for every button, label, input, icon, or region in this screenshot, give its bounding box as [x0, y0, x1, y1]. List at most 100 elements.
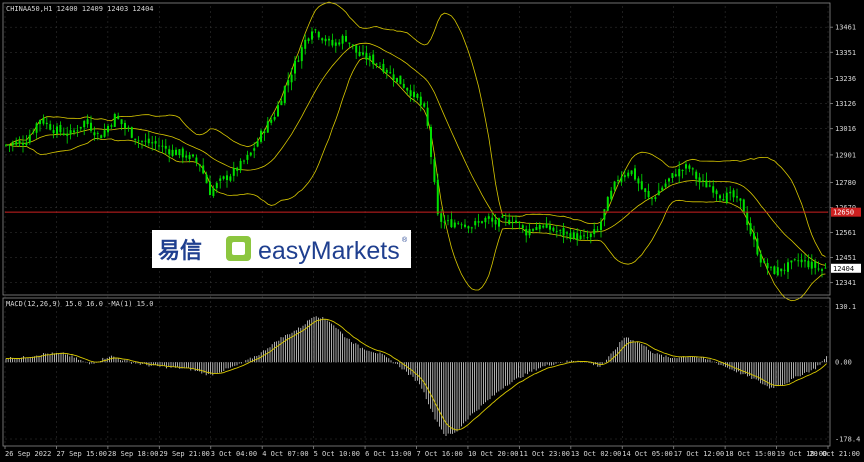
- candle-body: [236, 167, 239, 171]
- candle-body: [600, 221, 602, 230]
- candle-body: [18, 140, 21, 144]
- candle-body: [501, 216, 504, 218]
- candle-body: [800, 259, 803, 263]
- candle-body: [525, 229, 528, 236]
- candle-body: [549, 225, 551, 230]
- candle-body: [763, 260, 766, 263]
- candle-body: [725, 192, 728, 203]
- candle-body: [103, 130, 106, 137]
- candle-body: [695, 171, 698, 179]
- price-tick-label: 13016: [835, 125, 856, 133]
- candle-body: [253, 148, 256, 151]
- candle-body: [311, 31, 313, 40]
- candle-body: [409, 90, 412, 97]
- candle-body: [508, 219, 511, 225]
- candle-body: [49, 124, 52, 130]
- candle-body: [307, 38, 310, 41]
- candle-body: [426, 107, 429, 126]
- candle-body: [460, 224, 463, 226]
- candle-body: [324, 38, 327, 42]
- candle-body: [178, 149, 181, 156]
- candle-body: [355, 45, 358, 53]
- candle-body: [130, 127, 133, 138]
- candle-body: [436, 179, 439, 215]
- candle-body: [746, 212, 749, 225]
- candle-body: [28, 134, 31, 143]
- candle-body: [623, 175, 626, 178]
- candle-body: [627, 172, 630, 177]
- logo-chinese-text: 易信: [158, 238, 202, 264]
- candle-body: [470, 227, 473, 229]
- candle-body: [640, 181, 643, 190]
- candle-body: [681, 170, 684, 171]
- candle-body: [399, 75, 402, 85]
- time-tick-label: 18 Oct 15:00: [725, 450, 776, 458]
- time-tick-label: 5 Oct 10:00: [314, 450, 360, 458]
- candle-body: [215, 183, 218, 189]
- trading-chart[interactable]: 1346113351132361312613016129011278012670…: [0, 0, 864, 462]
- macd-tick-label: 0.00: [835, 359, 852, 367]
- candle-body: [464, 224, 466, 227]
- candle-body: [192, 154, 194, 157]
- candle-body: [708, 185, 711, 187]
- candle-body: [243, 160, 245, 162]
- logo-brand-text: easyMarkets: [258, 237, 400, 265]
- symbol-header: CHINAA50,H1 12400 12409 12403 12404: [6, 5, 154, 13]
- candle-body: [521, 225, 524, 229]
- candle-body: [52, 130, 55, 134]
- candle-body: [555, 231, 558, 233]
- candle-body: [810, 261, 813, 269]
- candle-body: [603, 209, 606, 220]
- candle-body: [73, 130, 75, 133]
- candle-body: [790, 260, 793, 263]
- candle-body: [375, 63, 378, 65]
- candle-body: [56, 126, 58, 134]
- candle-body: [712, 186, 715, 193]
- candle-body: [120, 119, 123, 125]
- candle-body: [263, 131, 266, 134]
- candle-body: [647, 190, 650, 198]
- candle-body: [729, 191, 732, 194]
- candle-body: [294, 60, 296, 74]
- candle-body: [821, 269, 823, 271]
- candle-body: [732, 190, 735, 198]
- candle-body: [545, 223, 548, 228]
- candle-body: [453, 222, 456, 228]
- candle-body: [226, 175, 228, 181]
- candle-body: [487, 216, 490, 219]
- candle-body: [742, 199, 745, 214]
- candle-body: [246, 154, 249, 160]
- candle-body: [766, 263, 769, 269]
- candle-body: [586, 237, 589, 239]
- candle-body: [583, 235, 585, 237]
- candle-body: [331, 39, 334, 46]
- candle-body: [277, 105, 279, 117]
- candle-body: [511, 222, 514, 224]
- candle-body: [780, 268, 783, 272]
- candle-body: [430, 127, 432, 157]
- time-tick-label: 10 Oct 20:00: [468, 450, 519, 458]
- candle-body: [759, 254, 762, 263]
- candle-body: [338, 42, 341, 45]
- candle-body: [698, 177, 701, 183]
- candle-body: [589, 233, 592, 238]
- candle-body: [423, 103, 426, 107]
- price-tick-label: 13461: [835, 24, 856, 32]
- candle-body: [32, 131, 35, 133]
- candle-body: [86, 119, 89, 125]
- candle-body: [419, 96, 422, 106]
- candle-body: [617, 179, 619, 182]
- candle-body: [239, 160, 242, 171]
- candle-body: [634, 168, 636, 180]
- candle-body: [389, 72, 392, 74]
- candle-body: [688, 165, 691, 169]
- candle-body: [807, 260, 810, 268]
- price-tick-label: 12561: [835, 229, 856, 237]
- candle-body: [90, 122, 92, 131]
- candle-body: [22, 142, 24, 145]
- candle-body: [572, 232, 575, 239]
- time-tick-label: 7 Oct 16:00: [417, 450, 463, 458]
- candle-body: [79, 126, 82, 129]
- chart-background: [0, 0, 864, 462]
- logo-registered-mark: ®: [402, 236, 408, 244]
